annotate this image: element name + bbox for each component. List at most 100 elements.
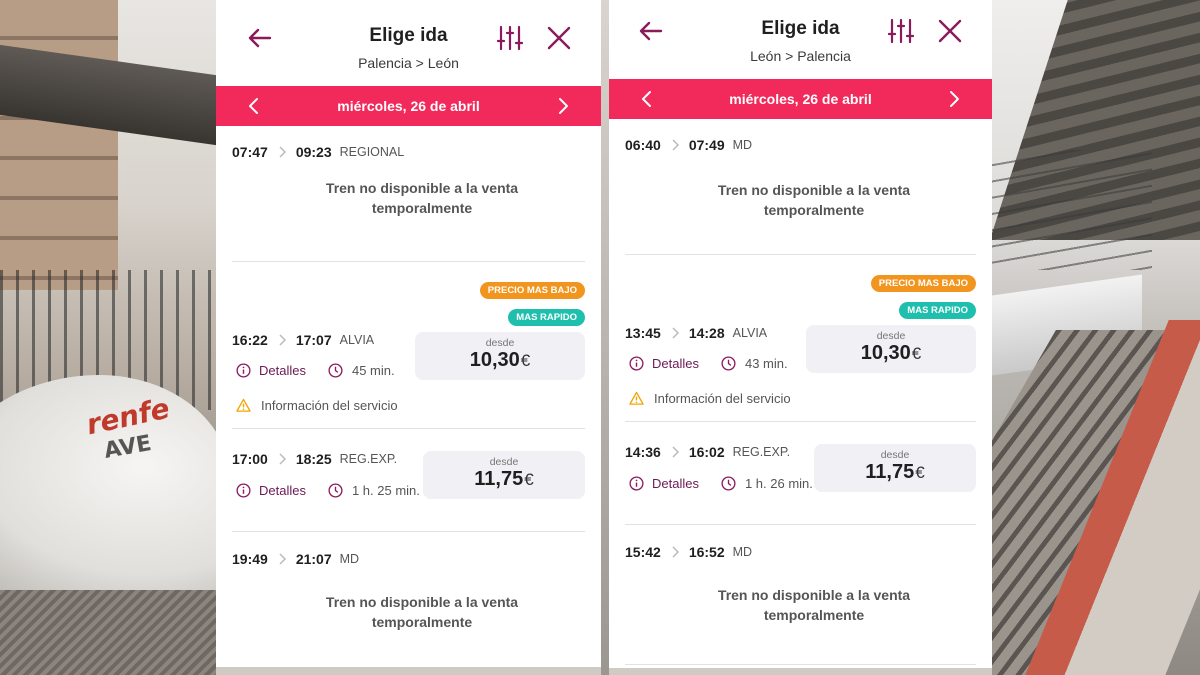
price-button[interactable]: desde 10,30€ bbox=[806, 325, 976, 373]
arrival-time: 14:28 bbox=[688, 325, 725, 341]
price-value: 11,75 bbox=[474, 468, 524, 490]
details-link[interactable]: Detalles bbox=[236, 363, 306, 378]
duration: 43 min. bbox=[721, 356, 788, 371]
train-row[interactable]: PRECIO MAS BAJO MAS RAPIDO 13:45 14:28 A… bbox=[625, 255, 976, 422]
arrival-time: 16:02 bbox=[688, 444, 725, 460]
fastest-badge: MAS RAPIDO bbox=[508, 309, 585, 326]
arrival-time: 18:25 bbox=[295, 451, 332, 467]
route-label: Palencia > León bbox=[358, 55, 459, 71]
departure-time: 14:36 bbox=[625, 444, 661, 460]
currency-symbol: € bbox=[520, 351, 531, 370]
selected-date: miércoles, 26 de abril bbox=[337, 98, 480, 114]
train-type: MD bbox=[732, 545, 753, 559]
unavailable-message: Tren no disponible a la venta temporalme… bbox=[325, 594, 519, 630]
train-list: 06:40 07:49 MD Tren no disponible a la v… bbox=[609, 119, 992, 665]
header: Elige ida Palencia > León bbox=[216, 0, 601, 86]
departure-time: 15:42 bbox=[625, 544, 661, 560]
chevron-right-icon bbox=[279, 453, 286, 465]
price-button[interactable]: desde 10,30€ bbox=[415, 332, 585, 380]
train-row-unavailable: 06:40 07:49 MD Tren no disponible a la v… bbox=[625, 119, 976, 255]
close-icon[interactable] bbox=[936, 17, 964, 45]
departure-time: 06:40 bbox=[625, 137, 661, 153]
row-actions: Detalles 43 min. bbox=[629, 356, 788, 371]
departure-time: 17:00 bbox=[232, 451, 268, 467]
arrival-time: 16:52 bbox=[688, 544, 725, 560]
price-button[interactable]: desde 11,75€ bbox=[423, 451, 585, 499]
details-label: Detalles bbox=[652, 476, 699, 491]
chevron-right-icon bbox=[672, 139, 679, 151]
train-row[interactable]: 14:36 16:02 REG.EXP. desde 11,75€ Detall… bbox=[625, 422, 976, 525]
price-from-label: desde bbox=[485, 337, 515, 349]
departure-time: 16:22 bbox=[232, 332, 268, 348]
previous-day-chevron-icon[interactable] bbox=[635, 87, 659, 111]
train-type: MD bbox=[339, 552, 360, 566]
train-row-unavailable: 07:47 09:23 REGIONAL Tren no disponible … bbox=[232, 126, 585, 262]
row-actions: Detalles 1 h. 26 min. bbox=[629, 476, 813, 491]
lowest-price-badge: PRECIO MAS BAJO bbox=[870, 275, 976, 292]
info-circle-icon bbox=[236, 363, 251, 378]
close-icon[interactable] bbox=[545, 24, 573, 52]
duration-label: 43 min. bbox=[744, 356, 788, 371]
arrival-time: 07:49 bbox=[688, 137, 725, 153]
service-info-link[interactable]: Información del servicio bbox=[236, 398, 398, 413]
duration-label: 45 min. bbox=[351, 363, 395, 378]
details-link[interactable]: Detalles bbox=[629, 476, 699, 491]
duration-label: 1 h. 25 min. bbox=[351, 483, 420, 498]
train-row[interactable]: 17:00 18:25 REG.EXP. desde 11,75€ Detall… bbox=[232, 429, 585, 532]
page-title: Elige ida bbox=[761, 18, 840, 39]
fastest-badge: MAS RAPIDO bbox=[899, 302, 976, 319]
filter-icon[interactable] bbox=[888, 17, 914, 45]
filter-icon[interactable] bbox=[497, 24, 523, 52]
price-button[interactable]: desde 11,75€ bbox=[814, 444, 976, 492]
duration: 1 h. 26 min. bbox=[721, 476, 813, 491]
schedule: 15:42 16:52 MD bbox=[625, 525, 976, 560]
date-selector: miércoles, 26 de abril bbox=[609, 79, 992, 119]
train-list: 07:47 09:23 REGIONAL Tren no disponible … bbox=[216, 126, 601, 667]
train-row-unavailable: 15:42 16:52 MD Tren no disponible a la v… bbox=[625, 525, 976, 665]
next-day-chevron-icon[interactable] bbox=[942, 87, 966, 111]
clock-icon bbox=[721, 356, 736, 371]
schedule: 14:36 16:02 REG.EXP. bbox=[625, 444, 790, 460]
date-selector: miércoles, 26 de abril bbox=[216, 86, 601, 126]
background-photo-right bbox=[992, 0, 1200, 675]
previous-day-chevron-icon[interactable] bbox=[242, 94, 266, 118]
route-label: León > Palencia bbox=[750, 48, 851, 64]
lowest-price-badge: PRECIO MAS BAJO bbox=[479, 282, 585, 299]
schedule: 06:40 07:49 MD bbox=[625, 119, 976, 153]
train-type: REG.EXP. bbox=[732, 445, 791, 459]
background-photo-left: renfe AVE bbox=[0, 0, 216, 675]
unavailable-message: Tren no disponible a la venta temporalme… bbox=[325, 180, 519, 216]
train-type: ALVIA bbox=[732, 326, 768, 340]
selected-date: miércoles, 26 de abril bbox=[729, 91, 872, 107]
badges: PRECIO MAS BAJO MAS RAPIDO bbox=[870, 273, 976, 319]
departure-time: 07:47 bbox=[232, 144, 268, 160]
details-label: Detalles bbox=[652, 356, 699, 371]
schedule: 16:22 17:07 ALVIA bbox=[232, 332, 374, 348]
chevron-right-icon bbox=[672, 446, 679, 458]
details-link[interactable]: Detalles bbox=[236, 483, 306, 498]
price-from-label: desde bbox=[489, 456, 519, 468]
details-label: Detalles bbox=[259, 483, 306, 498]
train-row[interactable]: PRECIO MAS BAJO MAS RAPIDO 16:22 17:07 A… bbox=[232, 262, 585, 429]
clock-icon bbox=[328, 363, 343, 378]
trip-panel-palencia-leon: Elige ida Palencia > León miércoles, 26 … bbox=[216, 0, 601, 667]
train-type: MD bbox=[732, 138, 753, 152]
warning-icon bbox=[236, 398, 251, 412]
clock-icon bbox=[328, 483, 343, 498]
chevron-right-icon bbox=[279, 334, 286, 346]
arrival-time: 21:07 bbox=[295, 551, 332, 567]
chevron-right-icon bbox=[672, 327, 679, 339]
train-row-unavailable: 19:49 21:07 MD Tren no disponible a la v… bbox=[232, 532, 585, 667]
service-info-label: Información del servicio bbox=[654, 391, 791, 406]
page-title: Elige ida bbox=[369, 25, 448, 46]
track-ballast bbox=[0, 590, 216, 675]
unavailable-message: Tren no disponible a la venta temporalme… bbox=[717, 182, 911, 218]
next-day-chevron-icon[interactable] bbox=[551, 94, 575, 118]
unavailable-message: Tren no disponible a la venta temporalme… bbox=[717, 587, 911, 623]
info-circle-icon bbox=[236, 483, 251, 498]
price-from-label: desde bbox=[876, 330, 906, 342]
arrival-time: 09:23 bbox=[295, 144, 332, 160]
service-info-link[interactable]: Información del servicio bbox=[629, 391, 791, 406]
badges: PRECIO MAS BAJO MAS RAPIDO bbox=[479, 280, 585, 326]
details-link[interactable]: Detalles bbox=[629, 356, 699, 371]
